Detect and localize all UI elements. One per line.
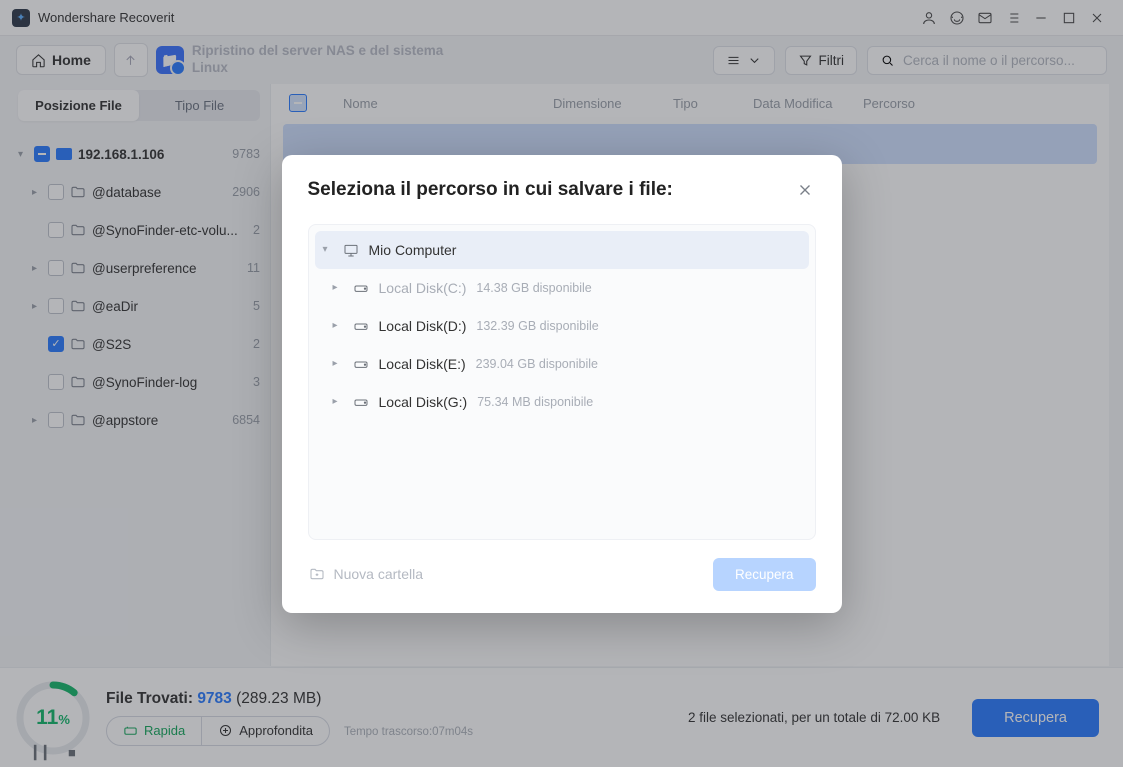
modal-overlay[interactable]: Seleziona il percorso in cui salvare i f…	[0, 0, 1123, 767]
drive-name: Local Disk(D:)	[379, 318, 467, 334]
drive-icon	[351, 318, 371, 334]
new-folder-button[interactable]: Nuova cartella	[308, 566, 424, 582]
save-location-modal: Seleziona il percorso in cui salvare i f…	[282, 155, 842, 613]
drive-name: Local Disk(G:)	[379, 394, 468, 410]
caret-icon: ▸	[333, 282, 343, 293]
drive-available: 75.34 MB disponibile	[477, 395, 593, 409]
caret-icon: ▸	[333, 396, 343, 407]
drive-available: 239.04 GB disponibile	[476, 357, 598, 371]
caret-icon: ▾	[323, 244, 333, 255]
drive-icon	[351, 280, 371, 296]
location-list: ▾ Mio Computer ▸ Local Disk(C:) 14.38 GB…	[308, 224, 816, 540]
modal-close-button[interactable]	[794, 179, 816, 206]
drive-icon	[351, 356, 371, 372]
drive-available: 132.39 GB disponibile	[476, 319, 598, 333]
location-drive[interactable]: ▸ Local Disk(E:) 239.04 GB disponibile	[315, 345, 809, 383]
caret-icon: ▸	[333, 358, 343, 369]
drive-name: Local Disk(E:)	[379, 356, 466, 372]
drive-name: Local Disk(C:)	[379, 280, 467, 296]
location-my-computer[interactable]: ▾ Mio Computer	[315, 231, 809, 269]
modal-recover-button[interactable]: Recupera	[713, 558, 816, 591]
drive-icon	[351, 394, 371, 410]
new-folder-label: Nuova cartella	[334, 566, 424, 582]
location-drive[interactable]: ▸ Local Disk(D:) 132.39 GB disponibile	[315, 307, 809, 345]
location-label: Mio Computer	[369, 242, 457, 258]
modal-title: Seleziona il percorso in cui salvare i f…	[308, 179, 673, 201]
location-drive[interactable]: ▸ Local Disk(G:) 75.34 MB disponibile	[315, 383, 809, 421]
caret-icon: ▸	[333, 320, 343, 331]
computer-icon	[341, 242, 361, 258]
location-drive[interactable]: ▸ Local Disk(C:) 14.38 GB disponibile	[315, 269, 809, 307]
drive-available: 14.38 GB disponibile	[476, 281, 591, 295]
